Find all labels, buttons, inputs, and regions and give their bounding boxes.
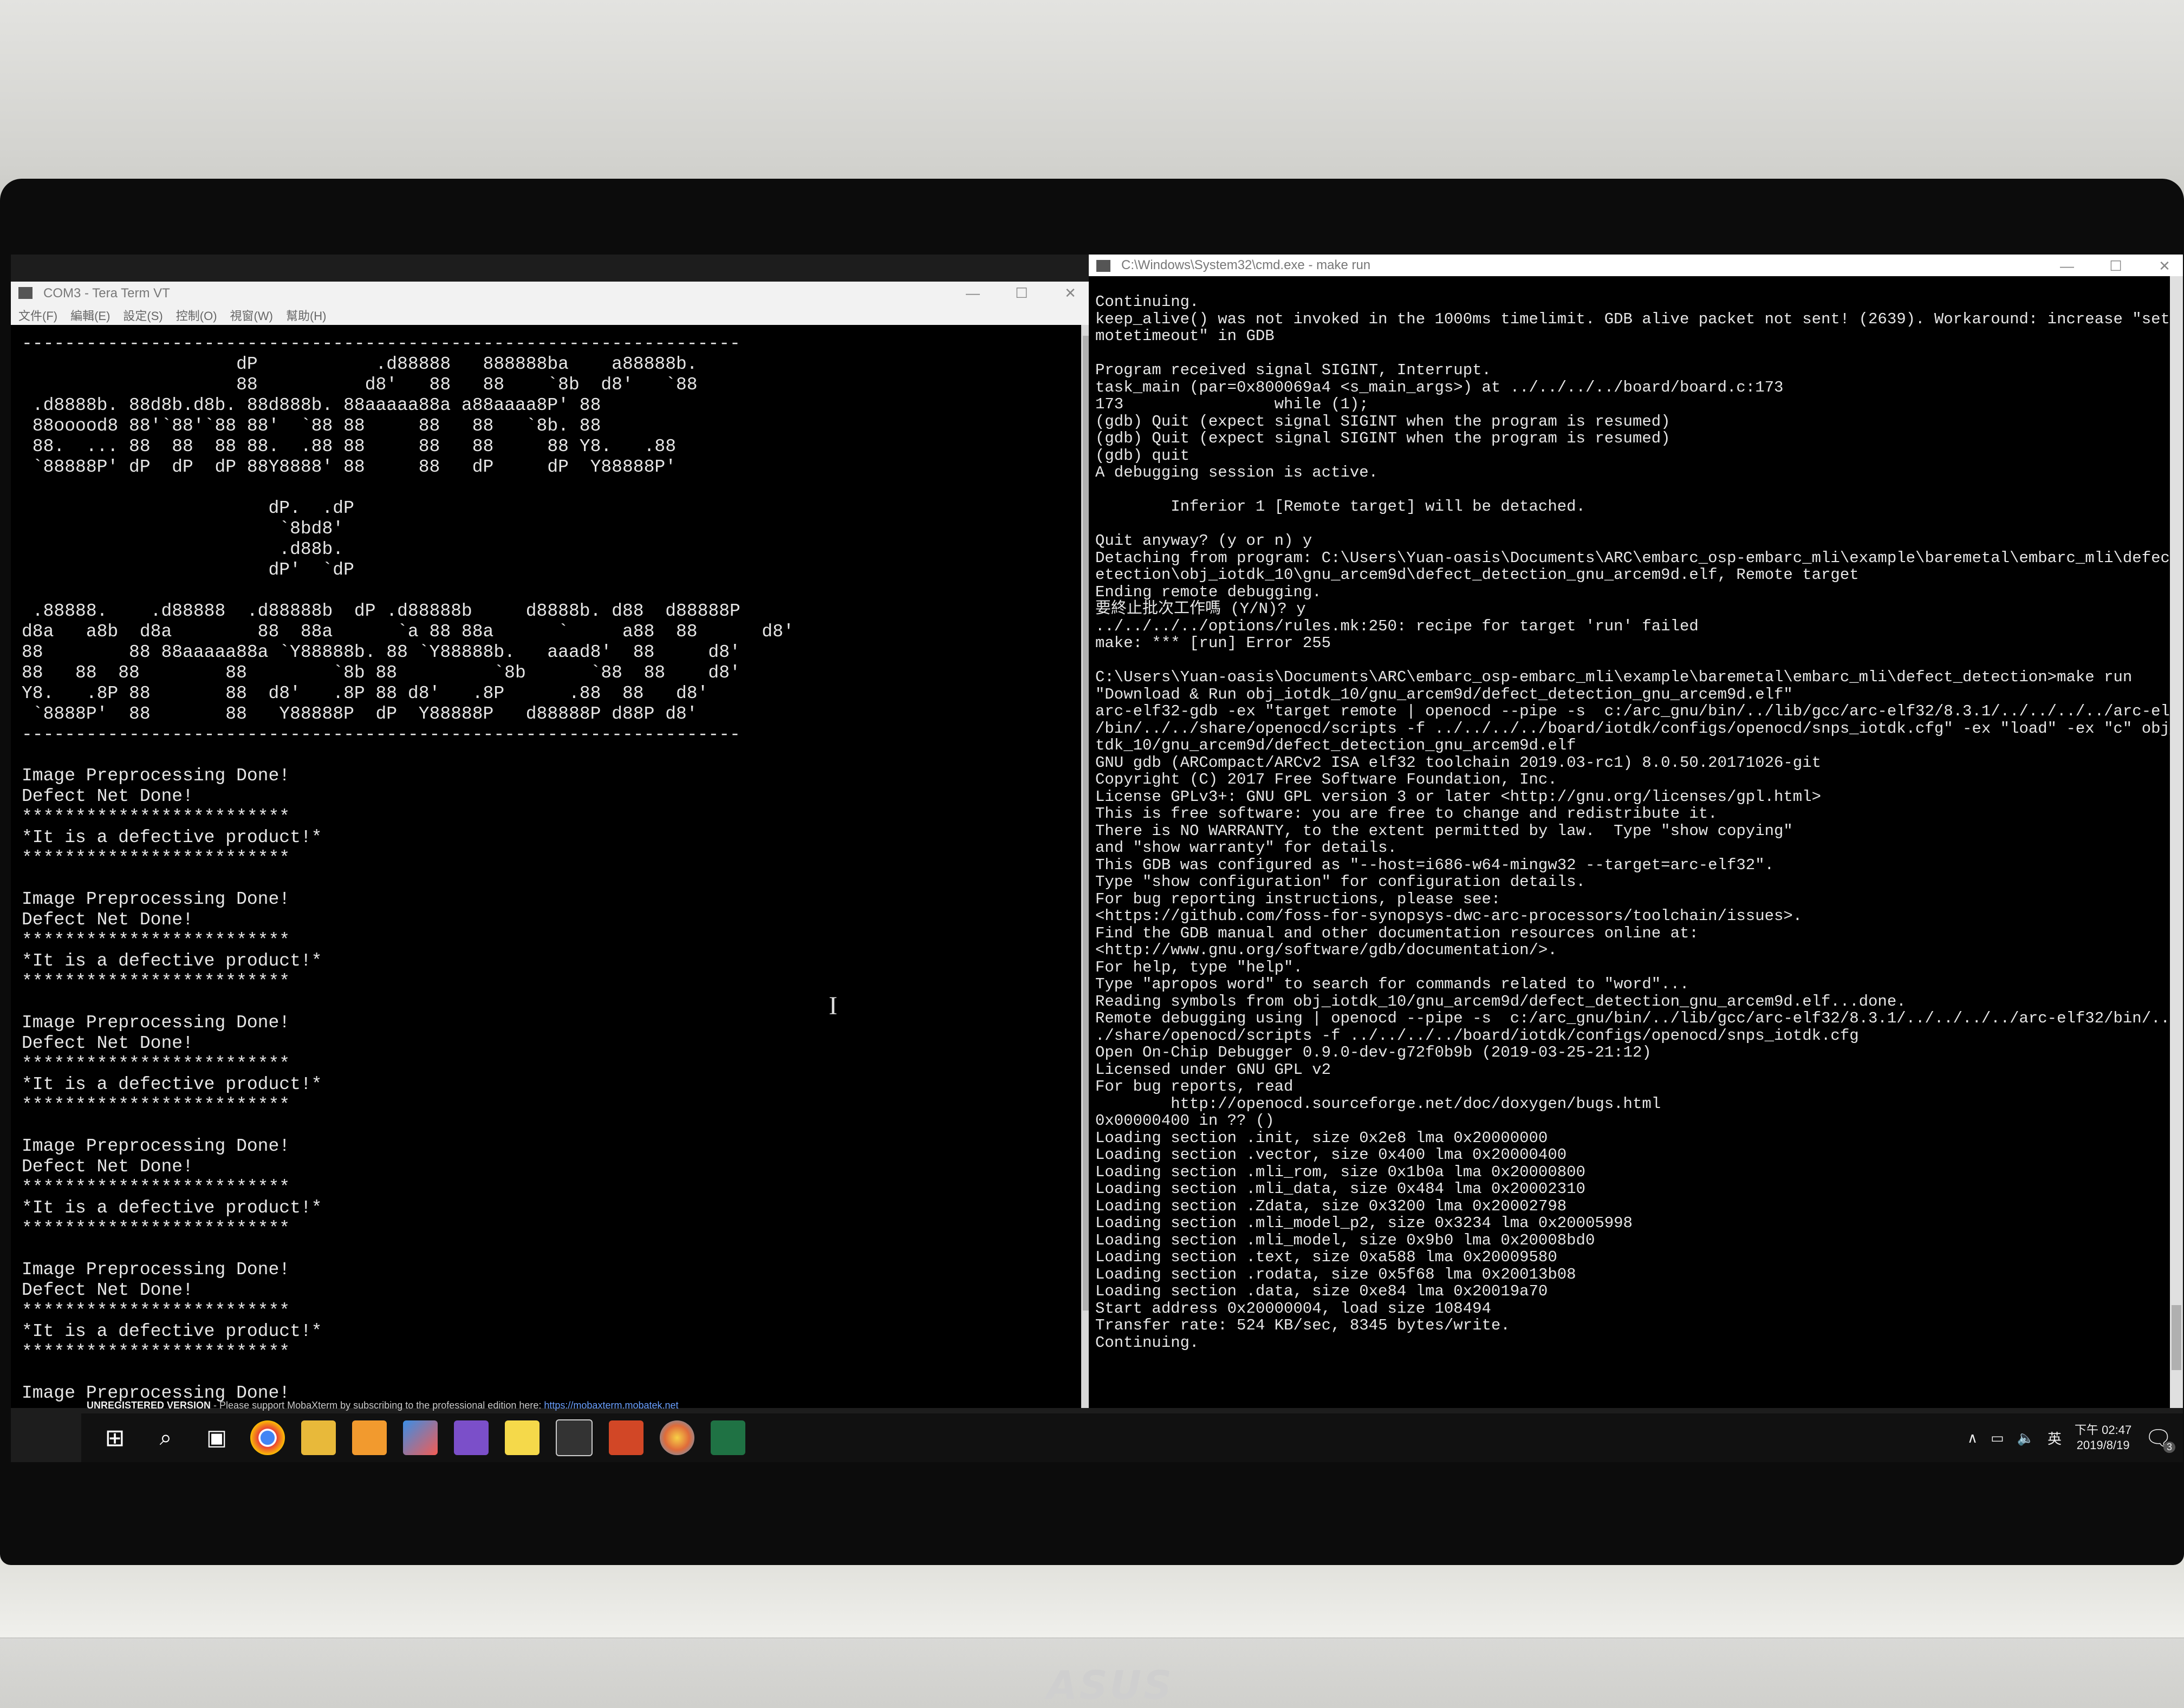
status-message: - Please support MobaXterm by subscribin… bbox=[211, 1400, 544, 1411]
tera-term-app-icon bbox=[18, 287, 32, 299]
mobaxterm-link[interactable]: https://mobaxterm.mobatek.net bbox=[544, 1400, 678, 1411]
mobaxterm-status-bar: UNREGISTERED VERSION - Please support Mo… bbox=[87, 1400, 1089, 1413]
excel-icon[interactable] bbox=[711, 1420, 745, 1455]
scrollbar-thumb[interactable] bbox=[2172, 1305, 2181, 1370]
tera-term-title: COM3 - Tera Term VT bbox=[43, 286, 170, 301]
close-button[interactable]: ✕ bbox=[1057, 285, 1083, 302]
unregistered-label: UNREGISTERED VERSION bbox=[87, 1400, 211, 1411]
monitor-screen: COM3 - Tera Term VT — ☐ ✕ 文件(F) 編輯(E) 設定… bbox=[11, 255, 2183, 1462]
cmd-output[interactable]: Continuing. keep_alive() was not invoked… bbox=[1095, 294, 2183, 1351]
notification-count-badge: 3 bbox=[2163, 1441, 2175, 1453]
cmd-window[interactable]: C:\Windows\System32\cmd.exe - make run —… bbox=[1089, 255, 2183, 1408]
chrome-icon[interactable] bbox=[250, 1420, 285, 1455]
windows-taskbar: ⊞ ⌕ ▣ ∧ ▭ 🔈 英 下午 02:47 2019/8/19 🗨 3 bbox=[81, 1413, 2183, 1462]
close-button[interactable]: ✕ bbox=[2152, 258, 2178, 275]
cmd-app-icon bbox=[1096, 260, 1110, 272]
maximize-button[interactable]: ☐ bbox=[2103, 258, 2129, 275]
tera-term-titlebar[interactable]: COM3 - Tera Term VT — ☐ ✕ bbox=[11, 282, 1094, 305]
powerpoint-icon[interactable] bbox=[609, 1420, 644, 1455]
monitor-brand-logo: ASUS bbox=[1047, 1663, 1174, 1708]
minimize-button[interactable]: — bbox=[960, 285, 986, 302]
tera-term-output[interactable]: ----------------------------------------… bbox=[22, 334, 1072, 1404]
text-cursor-icon: I bbox=[829, 992, 837, 1020]
tera-term-window[interactable]: COM3 - Tera Term VT — ☐ ✕ 文件(F) 編輯(E) 設定… bbox=[11, 282, 1094, 1408]
maximize-button[interactable]: ☐ bbox=[1009, 285, 1035, 302]
menu-setup[interactable]: 設定(S) bbox=[123, 307, 162, 324]
tera-term-menubar: 文件(F) 編輯(E) 設定(S) 控制(O) 視窗(W) 幫助(H) bbox=[11, 305, 1094, 325]
minimize-button[interactable]: — bbox=[2054, 258, 2080, 275]
volume-icon[interactable]: 🔈 bbox=[2017, 1430, 2034, 1446]
paint-icon[interactable] bbox=[403, 1420, 438, 1455]
windows-start-icon[interactable]: ⊞ bbox=[98, 1420, 132, 1455]
network-icon[interactable]: ▭ bbox=[1991, 1430, 2004, 1446]
menu-edit[interactable]: 編輯(E) bbox=[70, 307, 110, 324]
task-view-icon[interactable]: ▣ bbox=[199, 1420, 234, 1455]
cmd-titlebar[interactable]: C:\Windows\System32\cmd.exe - make run —… bbox=[1089, 255, 2183, 276]
search-icon[interactable]: ⌕ bbox=[148, 1420, 183, 1455]
system-tray: ∧ ▭ 🔈 英 下午 02:47 2019/8/19 🗨 3 bbox=[1967, 1419, 2175, 1457]
sticky-notes-icon[interactable] bbox=[505, 1420, 540, 1455]
taskbar-clock[interactable]: 下午 02:47 2019/8/19 bbox=[2075, 1423, 2131, 1453]
menu-window[interactable]: 視窗(W) bbox=[230, 307, 273, 324]
cmd-title: C:\Windows\System32\cmd.exe - make run bbox=[1121, 258, 1371, 272]
sublime-icon[interactable] bbox=[352, 1420, 387, 1455]
visual-studio-icon[interactable] bbox=[454, 1420, 489, 1455]
menu-control[interactable]: 控制(O) bbox=[176, 307, 217, 324]
clock-date: 2019/8/19 bbox=[2076, 1438, 2130, 1452]
paint-palette-icon[interactable] bbox=[660, 1420, 694, 1455]
menu-help[interactable]: 幫助(H) bbox=[286, 307, 327, 324]
chevron-up-icon[interactable]: ∧ bbox=[1967, 1430, 1978, 1446]
terminal-icon[interactable] bbox=[556, 1419, 593, 1456]
cmd-scrollbar[interactable] bbox=[2170, 276, 2183, 1408]
file-explorer-icon[interactable] bbox=[301, 1420, 336, 1455]
notification-center-icon[interactable]: 🗨 3 bbox=[2144, 1425, 2175, 1453]
menu-file[interactable]: 文件(F) bbox=[18, 307, 57, 324]
clock-time: 下午 02:47 bbox=[2075, 1423, 2132, 1437]
input-language-indicator[interactable]: 英 bbox=[2047, 1428, 2062, 1448]
